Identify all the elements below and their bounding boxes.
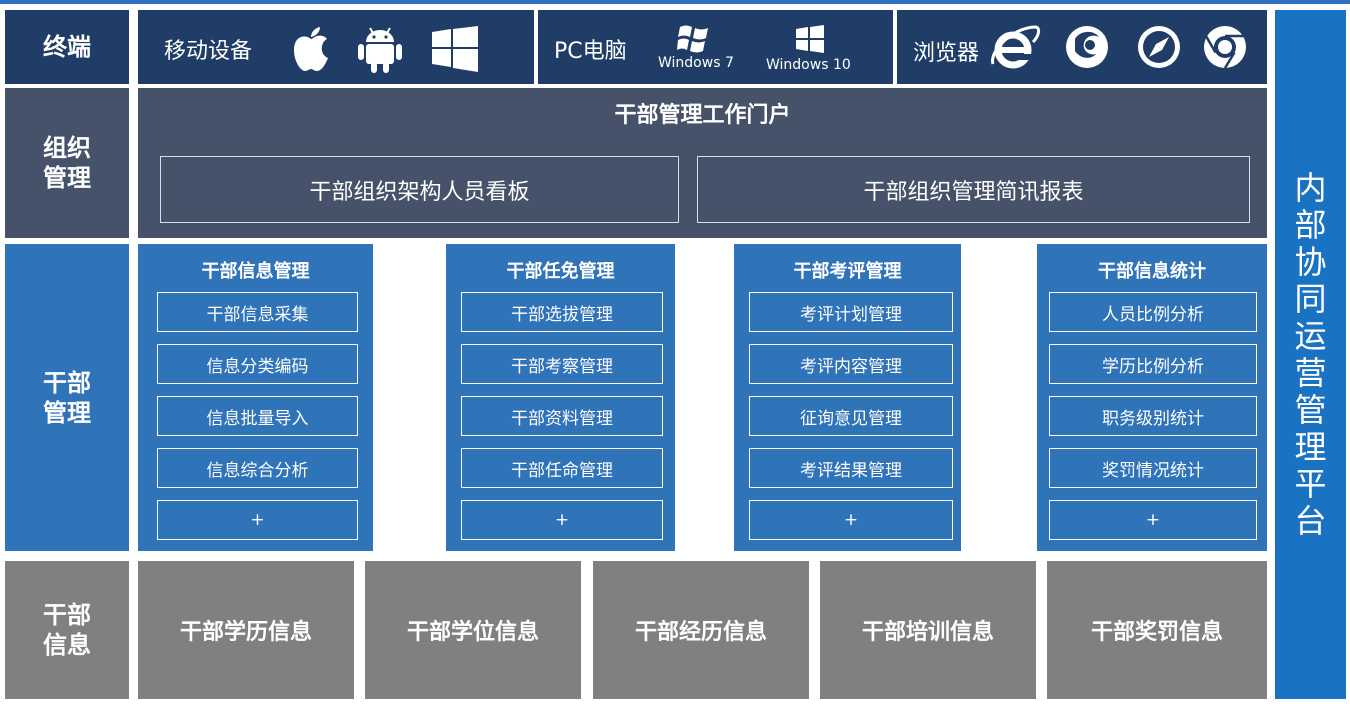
safari-icon (1138, 26, 1180, 68)
module-item[interactable]: 考评计划管理 (749, 292, 953, 332)
chrome-icon (1204, 26, 1246, 69)
module-title: 干部信息统计 (1098, 261, 1206, 282)
android-icon (358, 27, 402, 73)
portal-title: 干部管理工作门户 (614, 103, 791, 128)
module-title: 干部考评管理 (793, 261, 902, 282)
apple-icon (294, 27, 328, 71)
windows7-label: Windows 7 (658, 55, 734, 71)
info-box-rewards-penalties[interactable]: 干部奖罚信息 (1047, 561, 1267, 699)
module-item[interactable]: 考评结果管理 (749, 448, 953, 488)
platform-char: 平 (1294, 464, 1327, 503)
module-item[interactable]: 征询意见管理 (749, 396, 953, 436)
platform-char: 管 (1294, 390, 1327, 429)
platform-char: 部 (1294, 205, 1327, 244)
info-box-education[interactable]: 干部学历信息 (138, 561, 354, 699)
add-item-button[interactable]: + (749, 500, 953, 540)
module-title: 干部任免管理 (506, 261, 615, 282)
firefox-icon (1066, 26, 1108, 68)
module-item[interactable]: 职务级别统计 (1049, 396, 1257, 436)
internal-collaboration-platform-bar: 内 部 协 同 运 营 管 理 平 台 (1275, 10, 1346, 699)
platform-char: 理 (1294, 427, 1327, 466)
pc-panel: PC电脑 Windows 7 Windows 10 (538, 10, 893, 84)
info-box-training[interactable]: 干部培训信息 (820, 561, 1036, 699)
row-label-cadre-info: 干部 信息 (5, 561, 129, 699)
info-box-degree[interactable]: 干部学位信息 (365, 561, 581, 699)
module-item[interactable]: 干部选拔管理 (461, 292, 663, 332)
windows10-label: Windows 10 (766, 57, 851, 73)
windows10-icon (796, 25, 824, 53)
platform-char: 内 (1294, 168, 1327, 207)
platform-char: 运 (1294, 316, 1327, 355)
module-item[interactable]: 信息综合分析 (157, 448, 358, 488)
mobile-devices-label: 移动设备 (164, 39, 253, 64)
module-item[interactable]: 信息批量导入 (157, 396, 358, 436)
pc-label: PC电脑 (554, 39, 627, 64)
module-item[interactable]: 信息分类编码 (157, 344, 358, 384)
org-bulletin-report-box[interactable]: 干部组织管理简讯报表 (697, 156, 1250, 223)
row-label-org-management: 组织 管理 (5, 88, 129, 238)
add-item-button[interactable]: + (157, 500, 358, 540)
platform-char: 台 (1294, 501, 1327, 540)
org-structure-dashboard-box[interactable]: 干部组织架构人员看板 (160, 156, 679, 223)
windows7-flag-icon (677, 25, 708, 53)
row-label-cadre-management: 干部 管理 (5, 244, 129, 551)
ie-icon (991, 25, 1041, 69)
browser-panel: 浏览器 (897, 10, 1267, 84)
mobile-devices-panel: 移动设备 (138, 10, 534, 84)
module-item[interactable]: 考评内容管理 (749, 344, 953, 384)
module-item[interactable]: 干部信息采集 (157, 292, 358, 332)
browser-label: 浏览器 (913, 41, 980, 66)
info-box-experience[interactable]: 干部经历信息 (593, 561, 809, 699)
platform-char: 营 (1294, 353, 1327, 392)
platform-char: 协 (1294, 242, 1327, 281)
module-item[interactable]: 学历比例分析 (1049, 344, 1257, 384)
windows-icon (432, 26, 478, 72)
module-item[interactable]: 干部资料管理 (461, 396, 663, 436)
add-item-button[interactable]: + (461, 500, 663, 540)
add-item-button[interactable]: + (1049, 500, 1257, 540)
module-item[interactable]: 干部考察管理 (461, 344, 663, 384)
platform-char: 同 (1294, 279, 1327, 318)
module-title: 干部信息管理 (201, 261, 310, 282)
row-label-terminal: 终端 (5, 10, 129, 84)
module-item[interactable]: 干部任命管理 (461, 448, 663, 488)
top-accent-bar (0, 0, 1350, 4)
module-item[interactable]: 人员比例分析 (1049, 292, 1257, 332)
module-item[interactable]: 奖罚情况统计 (1049, 448, 1257, 488)
